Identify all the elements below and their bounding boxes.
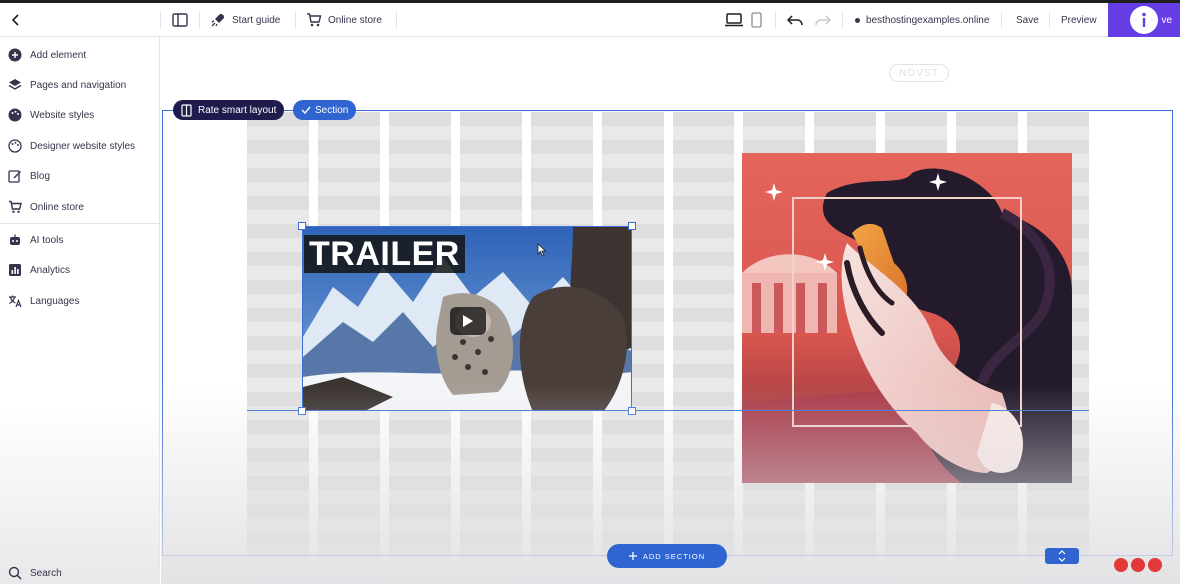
start-guide-button[interactable]: Start guide	[210, 3, 280, 37]
sidebar-item-languages[interactable]: Languages	[8, 290, 80, 312]
editor-canvas[interactable]: NOVST TRAILER Rate smart layout Section …	[161, 38, 1180, 584]
palette-icon	[8, 108, 22, 122]
check-icon	[301, 106, 311, 114]
save-button[interactable]: Save	[1016, 3, 1039, 37]
back-button[interactable]	[10, 3, 22, 37]
undo-button[interactable]	[787, 3, 803, 37]
editor-sidebar: Add element Pages and navigation Website…	[0, 37, 160, 584]
robot-icon	[10, 234, 20, 245]
desktop-icon	[725, 13, 743, 27]
search-label: Search	[30, 567, 62, 579]
chevron-up-down-icon	[1058, 550, 1066, 562]
layers-icon	[8, 79, 22, 90]
sidebar-item-pages[interactable]: Pages and navigation	[8, 74, 126, 96]
toolbar-divider	[1001, 12, 1002, 28]
toolbar-divider	[1049, 12, 1050, 28]
search-icon	[8, 566, 22, 580]
redo-icon	[815, 15, 831, 26]
sidebar-item-analytics[interactable]: Analytics	[8, 259, 70, 281]
sidebar-item-label: AI tools	[30, 234, 64, 246]
editor-toolbar: Start guide Online store besthostingexam…	[0, 3, 1180, 37]
toolbar-divider	[396, 12, 397, 28]
sidebar-item-add-element[interactable]: Add element	[8, 44, 86, 66]
record-dot-icon	[1148, 558, 1162, 572]
online-store-label: Online store	[328, 14, 382, 26]
sidebar-fade-overlay	[0, 404, 160, 584]
edit-icon	[8, 170, 21, 183]
sidebar-item-online-store[interactable]: Online store	[8, 196, 84, 218]
sidebar-item-blog[interactable]: Blog	[8, 165, 50, 187]
toolbar-divider	[199, 12, 200, 28]
domain-label: besthostingexamples.online	[866, 14, 990, 26]
resize-handle-top-right[interactable]	[628, 222, 636, 230]
start-guide-label: Start guide	[232, 14, 281, 26]
mobile-icon	[751, 12, 762, 28]
section-tag[interactable]: Section	[293, 100, 357, 120]
publish-label: ve	[1161, 14, 1172, 26]
mouse-cursor-icon	[537, 243, 547, 257]
add-section-label: ADD SECTION	[642, 551, 706, 561]
chip-label: Section	[315, 104, 349, 116]
resize-handle-top-left[interactable]	[298, 222, 306, 230]
sidebar-item-website-styles[interactable]: Website styles	[8, 104, 94, 126]
video-title-overlay: TRAILER	[304, 235, 465, 273]
plus-circle-icon	[8, 48, 22, 62]
undo-icon	[787, 15, 803, 26]
translate-icon	[9, 295, 22, 308]
record-dot-icon	[1114, 558, 1128, 572]
sidebar-toggle-button[interactable]	[172, 3, 188, 37]
record-dot-icon	[1131, 558, 1145, 572]
online-store-button[interactable]: Online store	[306, 3, 382, 37]
toolbar-divider	[775, 12, 776, 28]
chip-label: Rate smart layout	[198, 104, 277, 116]
resize-handle-bottom-right[interactable]	[628, 407, 636, 415]
rocket-icon	[211, 14, 224, 27]
layout-icon	[181, 103, 192, 117]
redo-button[interactable]	[815, 3, 831, 37]
cart-icon	[307, 13, 322, 27]
cart-icon	[9, 200, 22, 213]
toolbar-divider	[842, 12, 843, 28]
status-dot-icon	[855, 17, 860, 23]
reorder-section-button[interactable]	[1045, 548, 1079, 564]
sidebar-divider	[0, 223, 160, 224]
save-label: Save	[1016, 14, 1039, 26]
sidebar-item-label: Languages	[30, 295, 80, 307]
sidebar-item-label: Analytics	[30, 264, 71, 276]
sidebar-item-label: Pages and navigation	[30, 79, 127, 91]
play-button[interactable]	[450, 307, 486, 335]
sidebar-panel-icon	[172, 13, 188, 27]
add-section-button[interactable]: ADD SECTION	[607, 544, 727, 568]
palette-outline-icon	[8, 139, 22, 153]
mobile-view-button[interactable]	[751, 3, 762, 37]
info-icon	[1142, 12, 1146, 27]
sidebar-item-label: Add element	[30, 49, 87, 61]
info-button[interactable]	[1130, 6, 1158, 34]
desktop-view-button[interactable]	[725, 3, 743, 37]
recording-indicator	[1114, 558, 1162, 572]
analytics-icon	[9, 264, 21, 276]
rate-smart-layout-button[interactable]: Rate smart layout	[173, 100, 285, 120]
sidebar-item-label: Blog	[30, 170, 51, 182]
sidebar-item-label: Online store	[30, 201, 84, 213]
sidebar-item-designer-styles[interactable]: Designer website styles	[8, 135, 135, 157]
domain-display[interactable]: besthostingexamples.online	[855, 3, 989, 37]
illustration-image[interactable]	[742, 153, 1072, 483]
sidebar-item-ai-tools[interactable]: AI tools	[8, 229, 63, 251]
chevron-left-icon	[11, 14, 19, 26]
toolbar-divider	[295, 12, 296, 28]
sidebar-search-button[interactable]: Search	[8, 564, 62, 582]
hand-vase-illustration	[742, 153, 1072, 483]
site-logo[interactable]: NOVST	[889, 64, 949, 82]
preview-label: Preview	[1061, 14, 1097, 26]
sidebar-item-label: Designer website styles	[30, 140, 136, 152]
toolbar-divider	[160, 12, 161, 28]
video-element[interactable]: TRAILER	[302, 226, 632, 411]
preview-button[interactable]: Preview	[1061, 3, 1097, 37]
plus-icon	[628, 552, 637, 560]
sidebar-item-label: Website styles	[30, 109, 95, 121]
resize-handle-bottom-left[interactable]	[298, 407, 306, 415]
play-icon	[463, 315, 473, 327]
